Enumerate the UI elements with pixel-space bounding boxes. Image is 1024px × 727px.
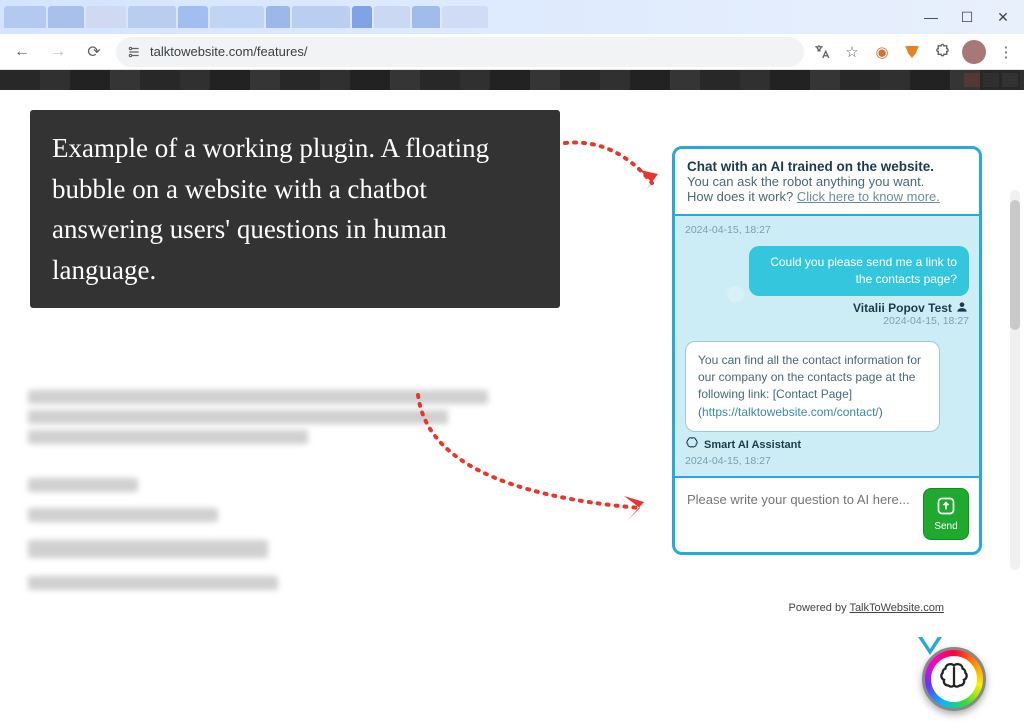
site-settings-icon[interactable] [126,44,142,60]
window-close-button[interactable]: ✕ [992,6,1014,28]
toolbar-extensions: ☆ ◉ ⋮ [812,40,1016,64]
annotation-callout: Example of a working plugin. A floating … [30,110,560,308]
browser-tab[interactable] [442,6,488,28]
chat-user-message: Could you please send me a link to the c… [749,246,969,296]
bookmark-star-icon[interactable]: ☆ [842,42,862,62]
chat-input[interactable] [685,488,915,526]
chat-bot-ts: 2024-04-15, 18:27 [685,455,969,467]
metamask-icon[interactable] [902,42,922,62]
send-label: Send [934,521,957,532]
brain-icon [685,436,699,453]
browser-toolbar: ← → ⟳ talktowebsite.com/features/ ☆ ◉ ⋮ [0,34,1024,70]
annotation-arrow-icon [560,128,680,208]
chat-floating-button[interactable] [922,647,986,711]
chat-user-meta: Vitalii Popov Test 2024-04-15, 18:27 [685,300,969,327]
chat-header-sub2: How does it work? [687,189,797,204]
url-text: talktowebsite.com/features/ [150,44,308,59]
window-controls: — ☐ ✕ [920,6,1014,28]
browser-tab[interactable] [374,6,410,28]
brain-icon [937,660,971,699]
page-content: Example of a working plugin. A floating … [0,90,1024,727]
window-titlebar: — ☐ ✕ [0,0,1024,34]
browser-tab[interactable] [178,6,208,28]
chat-input-row: Send [675,476,979,552]
back-button[interactable]: ← [8,38,36,66]
user-avatar-icon [955,303,969,315]
extension-icon[interactable]: ◉ [872,42,892,62]
chat-user-ts: 2024-04-15, 18:27 [883,315,969,327]
page-scrollbar[interactable] [1010,190,1020,570]
extensions-puzzle-icon[interactable] [932,42,952,62]
chat-body: 2024-04-15, 18:27 Could you please send … [675,216,979,476]
browser-tab[interactable] [4,6,46,28]
reload-button[interactable]: ⟳ [80,38,108,66]
powered-by-link[interactable]: TalkToWebsite.com [849,602,944,614]
address-bar[interactable]: talktowebsite.com/features/ [116,37,804,67]
chat-bot-meta: Smart AI Assistant [685,436,969,453]
translate-icon[interactable] [812,42,832,62]
annotation-text: Example of a working plugin. A floating … [52,133,489,285]
chat-header-title: Chat with an AI trained on the website. [687,159,934,174]
chat-header-link[interactable]: Click here to know more. [797,189,940,204]
page-header-bar [0,70,1024,90]
browser-tab[interactable] [86,6,126,28]
chat-bot-name: Smart AI Assistant [704,439,801,451]
browser-tab[interactable] [128,6,176,28]
chat-header: Chat with an AI trained on the website. … [675,149,979,216]
profile-avatar[interactable] [962,40,986,64]
browser-tab[interactable] [210,6,264,28]
browser-tab[interactable] [352,6,372,28]
chat-timestamp: 2024-04-15, 18:27 [685,224,969,236]
chat-user-name: Vitalii Popov Test [853,301,952,315]
chat-widget: Chat with an AI trained on the website. … [672,146,982,555]
scrollbar-thumb[interactable] [1010,200,1020,330]
chat-send-button[interactable]: Send [923,488,969,540]
tab-strip [4,6,920,28]
browser-tab[interactable] [48,6,84,28]
forward-button[interactable]: → [44,38,72,66]
browser-tab[interactable] [266,6,290,28]
window-maximize-button[interactable]: ☐ [956,6,978,28]
browser-tab[interactable] [292,6,350,28]
window-minimize-button[interactable]: — [920,6,942,28]
chat-header-sub: You can ask the robot anything you want. [687,174,924,189]
chat-bot-message: You can find all the contact information… [685,341,940,433]
kebab-menu-icon[interactable]: ⋮ [996,42,1016,62]
browser-tab[interactable] [412,6,440,28]
chat-powered-by: Powered by TalkToWebsite.com [788,602,944,614]
send-arrow-icon [936,496,956,519]
chat-bot-link[interactable]: https://talktowebsite.com/contact/ [702,405,879,419]
